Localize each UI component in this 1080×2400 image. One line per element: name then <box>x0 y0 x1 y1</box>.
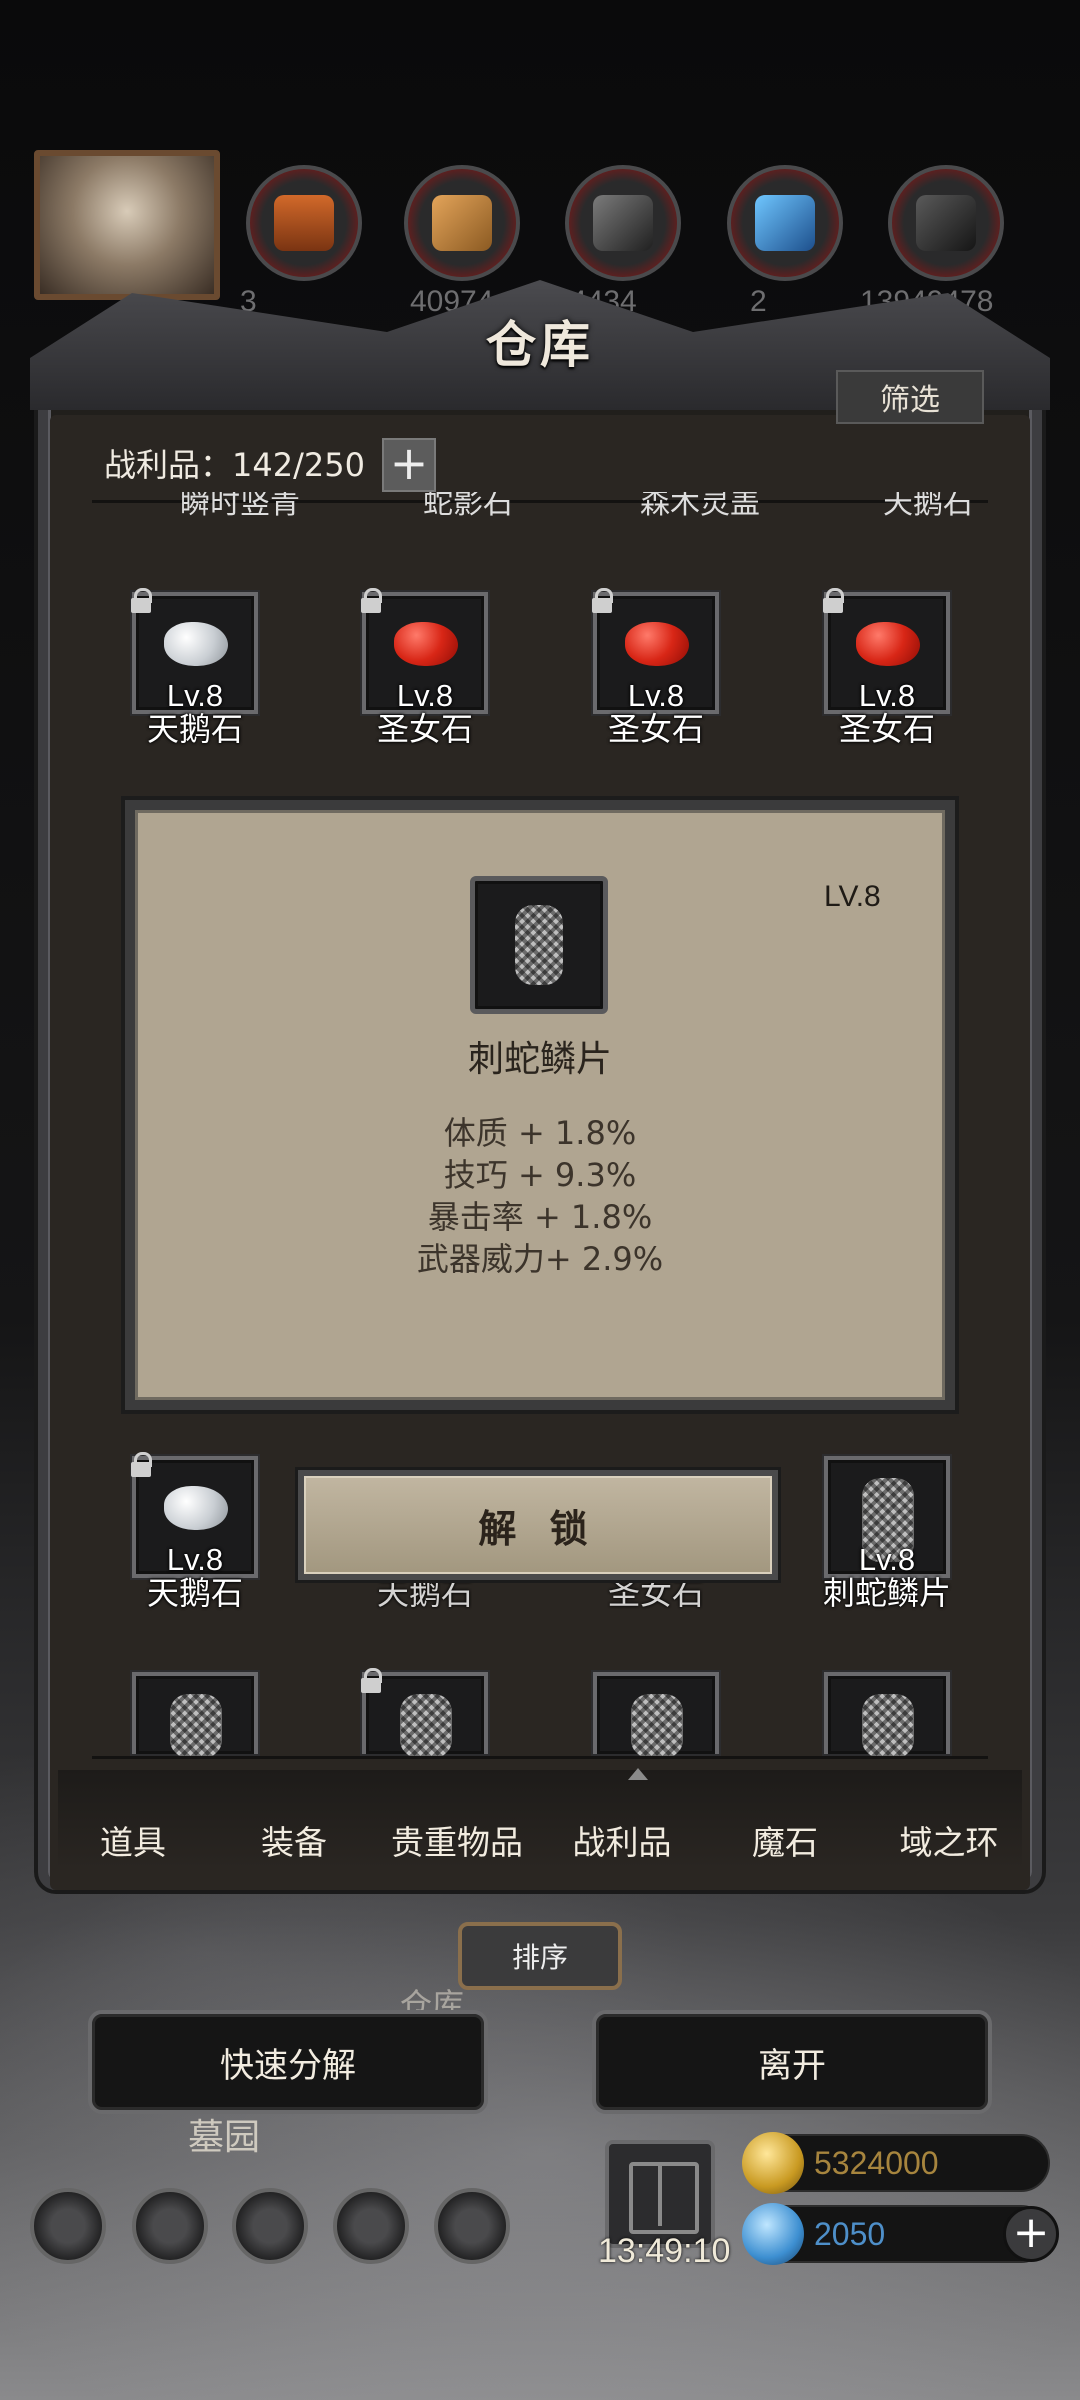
serpent-scale-icon <box>631 1694 683 1758</box>
resource-orb-1-icon <box>246 165 362 281</box>
loot-slot[interactable] <box>361 1668 488 1758</box>
detail-item-name: 刺蛇鳞片 <box>467 1039 612 1080</box>
lock-icon <box>360 1668 382 1694</box>
tab-loot[interactable]: 战利品 <box>537 1816 707 1864</box>
detail-stat: 体质 + 1.8% <box>443 1114 637 1152</box>
item-name: 圣女石 <box>376 710 473 748</box>
resource-value-4: 2 <box>750 285 767 318</box>
sort-button[interactable]: 排序 <box>458 1922 622 1990</box>
player-portrait[interactable] <box>34 150 220 300</box>
lock-icon <box>591 588 613 614</box>
active-tab-caret-icon <box>628 1768 648 1780</box>
add-gems-button[interactable]: + <box>1003 2206 1059 2262</box>
gift-timer: 13:49:10 <box>598 2232 731 2270</box>
loot-slot[interactable]: Lv.8 <box>131 588 258 714</box>
item-name: 圣女石 <box>607 710 704 748</box>
resource-orb-ore-icon <box>888 165 1004 281</box>
loot-slot[interactable]: Lv.8 <box>131 1452 258 1578</box>
resource-orb-wood-icon <box>404 165 520 281</box>
item-name: 天鹅石 <box>146 710 243 748</box>
loot-slot[interactable] <box>593 1672 719 1758</box>
detail-item-slot <box>470 876 608 1014</box>
list-bottom-divider <box>92 1756 988 1759</box>
location-label: 墓园 <box>188 2117 261 2158</box>
serpent-scale-icon <box>515 905 563 985</box>
map-icon[interactable] <box>434 2188 510 2264</box>
tab-items[interactable]: 道具 <box>48 1816 218 1864</box>
resource-orb-crystal-icon <box>727 165 843 281</box>
tab-domain-rings[interactable]: 域之环 <box>864 1816 1034 1864</box>
loot-count-label: 战利品：142/250 <box>104 446 365 484</box>
settings-icon[interactable] <box>30 2188 106 2264</box>
gold-counter: 5324000 <box>742 2132 1050 2194</box>
loot-slot[interactable] <box>824 1672 950 1758</box>
red-gem-icon <box>625 622 689 666</box>
lock-icon <box>130 588 152 614</box>
mail-icon[interactable] <box>333 2188 409 2264</box>
leave-button[interactable]: 离开 <box>592 2010 992 2114</box>
detail-level: LV.8 <box>824 880 881 913</box>
quick-decompose-button[interactable]: 快速分解 <box>88 2010 488 2114</box>
cut-row-label: 蛇影石 <box>423 492 513 518</box>
filter-button[interactable]: 筛选 <box>836 370 984 424</box>
white-gem-icon <box>164 1486 228 1530</box>
gem-icon <box>742 2203 804 2265</box>
tab-equipment[interactable]: 装备 <box>209 1816 379 1864</box>
loot-slot[interactable]: Lv.8 <box>823 588 950 714</box>
red-gem-icon <box>856 622 920 666</box>
unlock-button[interactable]: 解 锁 <box>298 1470 778 1580</box>
red-gem-icon <box>394 622 458 666</box>
item-name: 天鹅石 <box>146 1574 243 1612</box>
lock-icon <box>822 588 844 614</box>
lock-icon <box>469 873 491 899</box>
lock-icon <box>360 588 382 614</box>
cut-row-label: 瞬时竖青 <box>180 492 300 518</box>
loot-slot[interactable]: Lv.8 <box>361 588 488 714</box>
gem-amount: 2050 <box>814 2216 886 2252</box>
item-name: 圣女石 <box>838 710 935 748</box>
detail-stat: 武器威力+ 2.9% <box>416 1240 664 1278</box>
lock-icon <box>130 1452 152 1478</box>
loot-slot[interactable] <box>132 1672 258 1758</box>
loot-slot[interactable]: Lv.8 <box>824 1456 950 1578</box>
detail-stat: 技巧 + 9.3% <box>443 1156 637 1194</box>
white-gem-icon <box>164 622 228 666</box>
loot-slot[interactable]: Lv.8 <box>592 588 719 714</box>
detail-stat: 暴击率 + 1.8% <box>427 1198 653 1236</box>
serpent-scale-icon <box>400 1694 452 1758</box>
gold-amount: 5324000 <box>814 2145 939 2181</box>
tab-magic-stones[interactable]: 魔石 <box>700 1816 870 1864</box>
character-icon[interactable] <box>232 2188 308 2264</box>
serpent-scale-icon <box>170 1694 222 1758</box>
gold-coin-icon <box>742 2132 804 2194</box>
panel-title: 仓库 <box>486 315 594 374</box>
resource-orb-iron-icon <box>565 165 681 281</box>
achievement-icon[interactable] <box>132 2188 208 2264</box>
expand-capacity-button[interactable]: + <box>382 438 436 492</box>
serpent-scale-icon <box>862 1694 914 1758</box>
tab-valuables[interactable]: 贵重物品 <box>372 1816 542 1864</box>
cut-row-label: 天鹅石 <box>883 492 973 518</box>
cut-row-label: 森木灵盖 <box>640 492 760 518</box>
item-name: 刺蛇鳞片 <box>822 1574 951 1612</box>
